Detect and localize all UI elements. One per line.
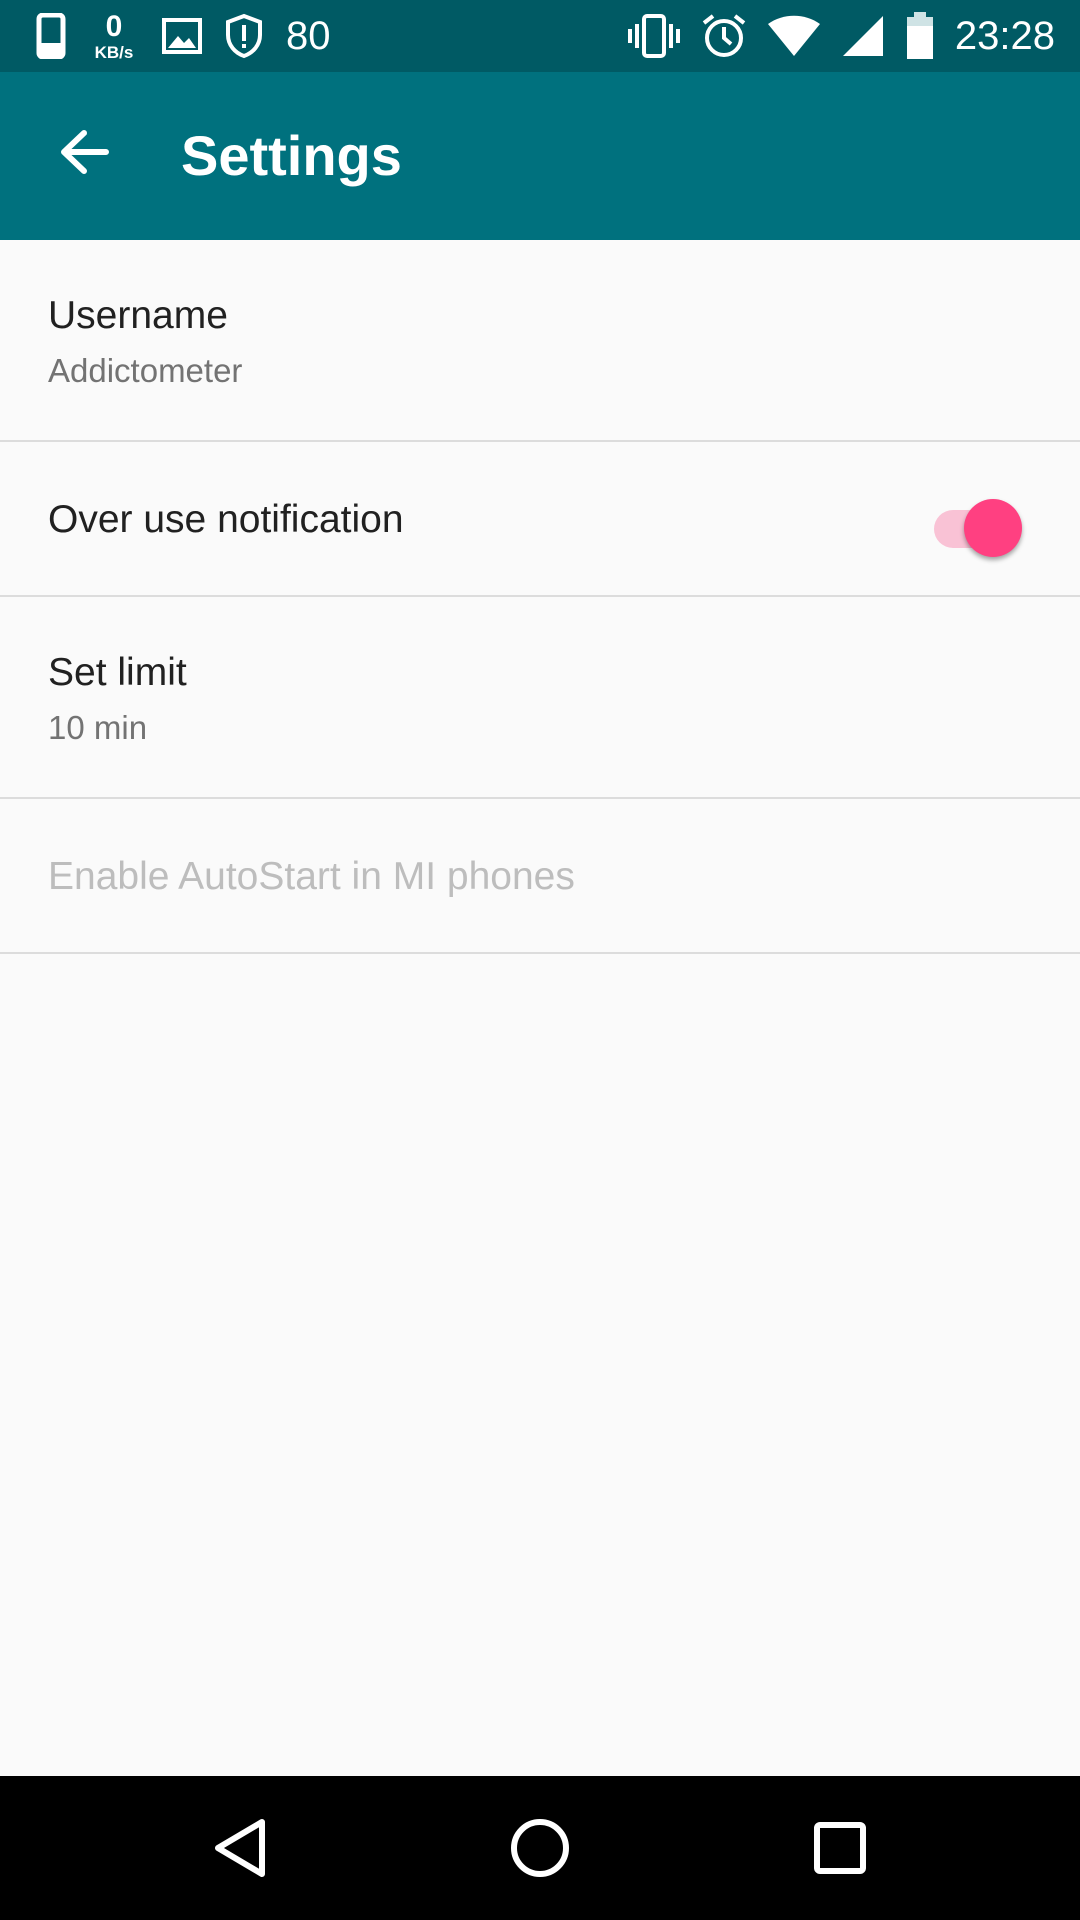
page-title: Settings — [181, 124, 402, 187]
preference-title: Username — [48, 294, 228, 337]
alarm-icon — [701, 13, 747, 59]
preference-title: Over use notification — [48, 498, 404, 541]
over-use-notification-preference[interactable]: Over use notification — [0, 442, 1080, 597]
over-use-notification-switch[interactable] — [926, 492, 1022, 557]
clock: 23:28 — [954, 13, 1055, 58]
navigation-bar — [0, 1776, 1080, 1920]
vibrate-icon — [627, 14, 681, 58]
autostart-preference: Enable AutoStart in MI phones — [0, 799, 1080, 954]
notification-count: 80 — [286, 13, 331, 58]
preference-summary: 10 min — [48, 709, 148, 746]
back-triangle-icon — [215, 1819, 265, 1877]
speed-value: 0 — [105, 9, 123, 43]
battery-icon — [905, 12, 935, 60]
nav-home-button[interactable] — [500, 1808, 580, 1888]
speed-unit: KB/s — [94, 42, 134, 62]
status-bar: 0 KB/s 80 23:28 — [0, 0, 1080, 72]
phone-icon — [36, 13, 66, 59]
recents-square-icon — [814, 1822, 866, 1874]
set-limit-preference[interactable]: Set limit 10 min — [0, 597, 1080, 799]
switch-thumb — [964, 499, 1022, 557]
arrow-back-icon — [61, 130, 109, 174]
preference-title: Set limit — [48, 651, 187, 694]
preference-title: Enable AutoStart in MI phones — [48, 855, 575, 898]
username-preference[interactable]: Username Addictometer — [0, 240, 1080, 442]
signal-icon — [841, 14, 885, 58]
home-circle-icon — [511, 1819, 569, 1877]
nav-recents-button[interactable] — [800, 1808, 880, 1888]
network-speed: 0 KB/s — [88, 9, 140, 62]
app-bar: Settings — [0, 72, 1080, 240]
wifi-icon — [767, 15, 821, 57]
preference-summary: Addictometer — [48, 352, 243, 389]
preference-list: Username Addictometer Over use notificat… — [0, 240, 1080, 954]
shield-icon — [224, 13, 264, 59]
back-button[interactable] — [44, 112, 124, 192]
nav-back-button[interactable] — [200, 1808, 280, 1888]
image-icon — [162, 18, 202, 54]
